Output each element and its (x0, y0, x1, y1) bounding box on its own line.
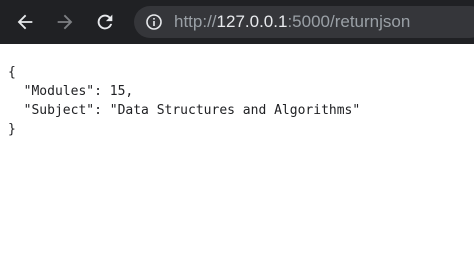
page-content: { "Modules": 15, "Subject": "Data Struct… (0, 44, 474, 263)
info-circle-icon[interactable] (146, 14, 162, 30)
url-host: 127.0.0.1 (216, 12, 288, 31)
json-line: "Modules": 15, (8, 84, 134, 99)
arrow-right-icon (57, 14, 73, 30)
json-line: { (8, 65, 16, 80)
json-line: "Subject": "Data Structures and Algorith… (8, 103, 361, 118)
arrow-left-icon (17, 14, 33, 30)
reload-button[interactable] (90, 7, 120, 37)
forward-button[interactable] (50, 7, 80, 37)
reload-icon (97, 14, 113, 30)
browser-toolbar: http://127.0.0.1:5000/returnjson (0, 0, 474, 44)
back-button[interactable] (10, 7, 40, 37)
address-bar[interactable]: http://127.0.0.1:5000/returnjson (134, 6, 474, 38)
url-text[interactable]: http://127.0.0.1:5000/returnjson (174, 6, 410, 38)
url-scheme: http:// (174, 12, 217, 31)
json-line: } (8, 122, 16, 137)
url-path: :5000/returnjson (287, 12, 411, 31)
json-response: { "Modules": 15, "Subject": "Data Struct… (8, 63, 360, 139)
